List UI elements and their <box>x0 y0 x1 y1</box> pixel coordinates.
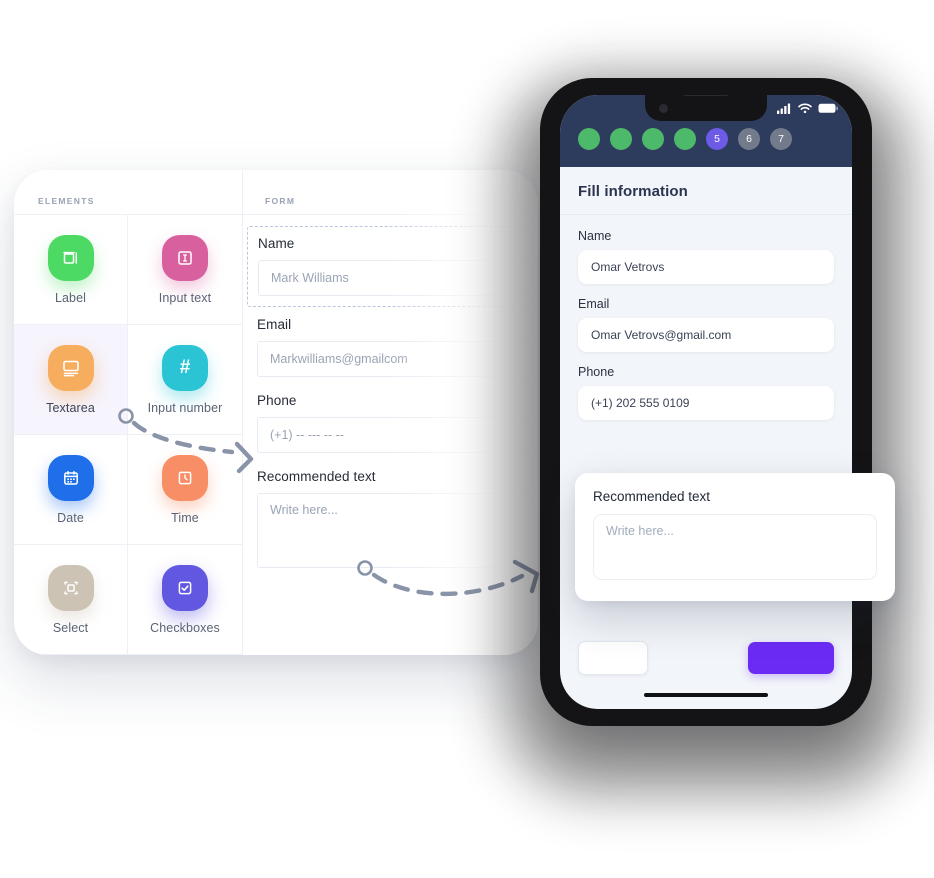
phone-field-email-label: Email <box>578 297 610 311</box>
element-tile-checkboxes[interactable]: Checkboxes <box>128 545 242 655</box>
back-button[interactable] <box>578 641 648 675</box>
element-tile-input-number-text: Input number <box>147 400 223 415</box>
phone-field-phone-label: Phone <box>578 365 615 379</box>
next-button[interactable] <box>748 642 834 674</box>
element-tile-textarea[interactable]: Textarea <box>14 325 128 435</box>
element-tile-checkboxes-text: Checkboxes <box>150 620 220 635</box>
form-field-name-label: Name <box>258 236 295 251</box>
element-tile-select-text: Select <box>52 620 89 635</box>
select-icon <box>47 564 94 611</box>
form-field-email[interactable]: Email Markwilliams@gmailcom <box>257 317 538 377</box>
phone-form: Name Omar Vetrovs Email Omar Vetrovs@gma… <box>560 215 852 420</box>
phone-field-name-input[interactable]: Omar Vetrovs <box>578 250 834 284</box>
recommended-text-card: Recommended text Write here... <box>575 473 895 601</box>
phone-field-phone: Phone (+1) 202 555 0109 <box>578 365 834 420</box>
phone-field-name-label: Name <box>578 229 612 243</box>
element-tile-time[interactable]: Time <box>128 435 242 545</box>
form-field-recommended-text-input[interactable]: Write here... <box>257 493 538 568</box>
step-4[interactable] <box>674 128 696 150</box>
form-field-name-input[interactable]: Mark Williams <box>258 260 537 296</box>
form-field-recommended-text-label: Recommended text <box>257 469 376 484</box>
element-tile-input-text-text: Input text <box>158 290 212 305</box>
signal-icon <box>777 103 791 114</box>
form-canvas: Name Mark Williams Email Markwilliams@gm… <box>243 214 538 655</box>
step-1[interactable] <box>578 128 600 150</box>
recommended-text-card-title: Recommended text <box>593 489 711 504</box>
textarea-icon <box>47 344 94 391</box>
camera-icon <box>659 104 668 113</box>
step-indicator: 5 6 7 <box>578 128 792 150</box>
elements-panel-header: ELEMENTS <box>38 196 95 206</box>
phone-field-name: Name Omar Vetrovs <box>578 229 834 284</box>
phone-field-email-input[interactable]: Omar Vetrovs@gmail.com <box>578 318 834 352</box>
phone-field-phone-input[interactable]: (+1) 202 555 0109 <box>578 386 834 420</box>
element-tile-input-number[interactable]: # Input number <box>128 325 242 435</box>
form-field-phone-label: Phone <box>257 393 297 408</box>
screenshot-stage: ELEMENTS Label Input text Textarea # Inp… <box>0 0 934 878</box>
form-panel: FORM Name Mark Williams Email Markwillia… <box>243 170 538 655</box>
element-tile-date[interactable]: Date <box>14 435 128 545</box>
element-tile-label[interactable]: Label <box>14 215 128 325</box>
form-panel-header: FORM <box>265 196 296 206</box>
elements-panel: ELEMENTS Label Input text Textarea # Inp… <box>14 170 243 655</box>
element-tile-textarea-text: Textarea <box>46 400 95 415</box>
home-indicator <box>644 693 768 697</box>
phone-mockup: 5 6 7 Fill information Name Omar Vetrovs… <box>498 70 916 800</box>
elements-grid: Label Input text Textarea # Input number… <box>14 214 242 655</box>
phone-field-email: Email Omar Vetrovs@gmail.com <box>578 297 834 352</box>
speaker-icon <box>683 95 729 96</box>
status-bar <box>777 103 838 114</box>
element-tile-label-text: Label <box>54 290 87 305</box>
form-field-phone-input[interactable]: (+1) -- --- -- -- <box>257 417 538 453</box>
battery-icon <box>818 103 838 113</box>
recommended-text-card-textarea[interactable]: Write here... <box>593 514 877 580</box>
page-title: Fill information <box>560 167 852 215</box>
wifi-icon <box>798 103 812 114</box>
step-7[interactable]: 7 <box>770 128 792 150</box>
element-tile-time-text: Time <box>171 510 199 525</box>
form-field-phone[interactable]: Phone (+1) -- --- -- -- <box>257 393 538 453</box>
label-icon <box>47 234 94 281</box>
step-2[interactable] <box>610 128 632 150</box>
element-tile-date-text: Date <box>57 510 84 525</box>
form-field-recommended-text[interactable]: Recommended text Write here... <box>257 469 538 568</box>
step-6[interactable]: 6 <box>738 128 760 150</box>
form-field-name[interactable]: Name Mark Williams <box>247 218 538 307</box>
input-number-icon: # <box>162 344 208 391</box>
checkbox-icon <box>162 564 208 611</box>
input-text-icon <box>162 234 208 281</box>
phone-screen: 5 6 7 Fill information Name Omar Vetrovs… <box>560 95 852 709</box>
form-field-email-input[interactable]: Markwilliams@gmailcom <box>257 341 538 377</box>
phone-notch <box>645 95 767 121</box>
element-tile-select[interactable]: Select <box>14 545 128 655</box>
step-5[interactable]: 5 <box>706 128 728 150</box>
step-3[interactable] <box>642 128 664 150</box>
form-builder-window: ELEMENTS Label Input text Textarea # Inp… <box>14 170 538 655</box>
form-field-email-label: Email <box>257 317 292 332</box>
clock-icon <box>162 454 208 501</box>
calendar-icon <box>47 454 94 501</box>
phone-action-bar <box>560 641 852 675</box>
element-tile-input-text[interactable]: Input text <box>128 215 242 325</box>
